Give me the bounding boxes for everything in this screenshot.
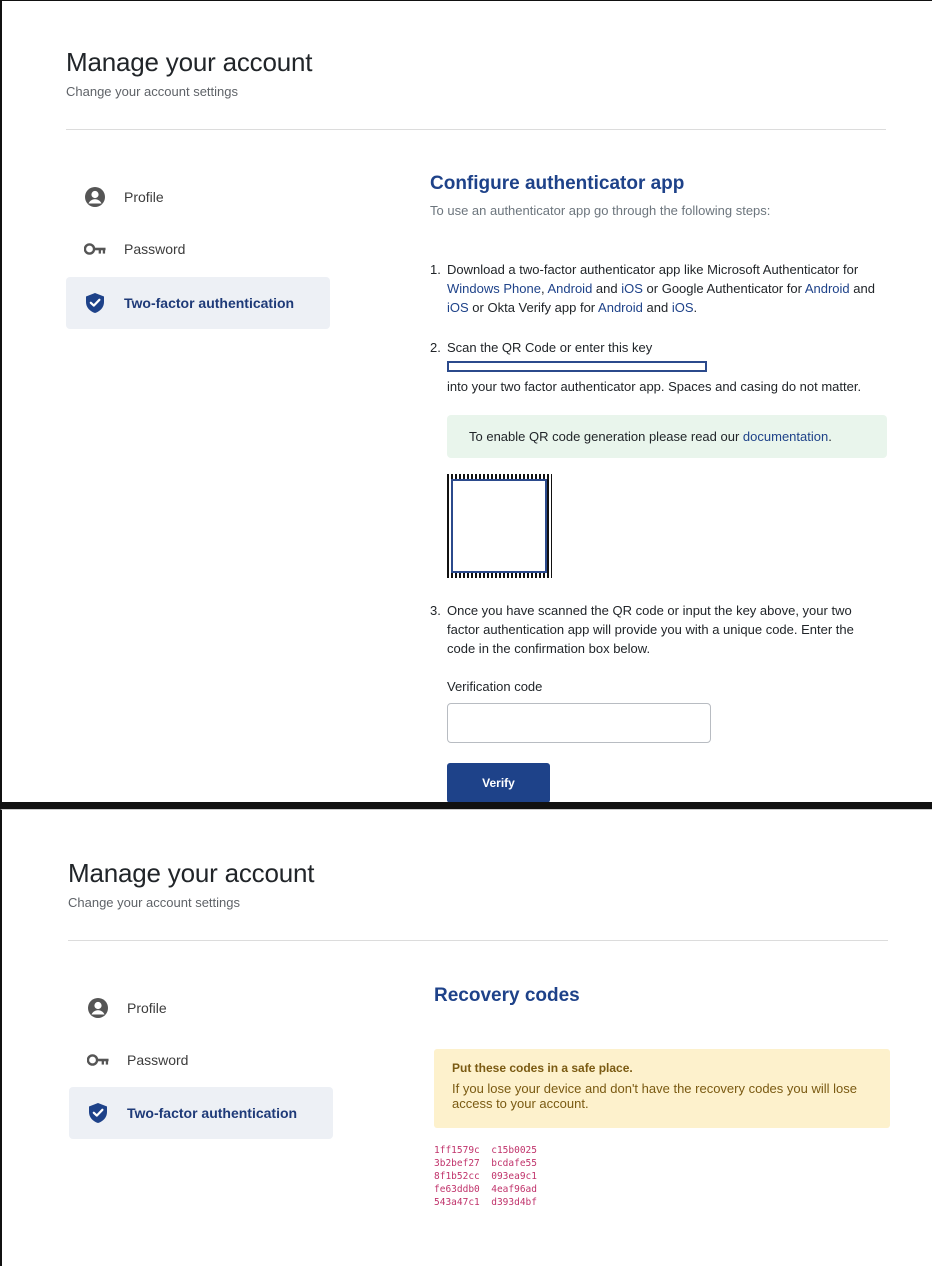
shared-key-box xyxy=(447,361,707,372)
sidebar-item-label: Profile xyxy=(124,189,164,205)
step-text: factor authentication app will provide y… xyxy=(447,622,854,637)
verify-button[interactable]: Verify xyxy=(447,763,550,803)
recovery-codes-list: 1ff1579c c15b0025 3b2bef27 bcdafe55 8f1b… xyxy=(434,1144,537,1209)
recovery-code: fe63ddb0 xyxy=(434,1184,480,1195)
recovery-code-row: fe63ddb0 4eaf96ad xyxy=(434,1183,537,1196)
step-1: 1. Download a two-factor authenticator a… xyxy=(430,260,890,320)
recovery-code-row: 8f1b52cc 093ea9c1 xyxy=(434,1170,537,1183)
ios-link[interactable]: iOS xyxy=(621,281,643,296)
step-number: 1. xyxy=(430,262,441,277)
shield-check-icon xyxy=(87,1102,109,1124)
step-text: , xyxy=(540,281,545,296)
screenshot-divider xyxy=(0,802,932,809)
step-text: Download a two-factor authenticator app … xyxy=(447,262,859,277)
recovery-code: d393d4bf xyxy=(491,1197,537,1208)
recovery-code: 093ea9c1 xyxy=(491,1171,537,1182)
sidebar-item-label: Two-factor authentication xyxy=(124,295,295,311)
recovery-code: 8f1b52cc xyxy=(434,1171,480,1182)
step-text: into your two factor authenticator app. … xyxy=(447,379,862,394)
user-circle-icon xyxy=(87,997,109,1019)
step-text: and xyxy=(595,281,618,296)
step-text: Scan the QR Code or enter this key xyxy=(447,340,653,355)
step-number: 2. xyxy=(430,340,441,355)
section-title: Recovery codes xyxy=(434,985,580,1006)
qr-notice-text: . xyxy=(828,429,832,444)
recovery-code: 543a47c1 xyxy=(434,1197,480,1208)
shield-check-icon xyxy=(84,292,106,314)
authenticator-setup-panel: Manage your account Change your account … xyxy=(0,0,932,803)
key-icon xyxy=(84,238,106,260)
android-link[interactable]: Android xyxy=(547,281,592,296)
step-text: or Google Authenticator for xyxy=(646,281,802,296)
sidebar-item-password[interactable]: Password xyxy=(66,223,330,275)
recovery-code-row: 543a47c1 d393d4bf xyxy=(434,1196,537,1209)
step-text: Once you have scanned the QR code or inp… xyxy=(447,603,852,618)
sidebar-item-password[interactable]: Password xyxy=(69,1034,333,1086)
section-description: To use an authenticator app go through t… xyxy=(430,203,771,218)
header-divider xyxy=(66,129,886,130)
google-android-link[interactable]: Android xyxy=(805,281,850,296)
recovery-code: 1ff1579c xyxy=(434,1145,480,1156)
sidebar-item-label: Password xyxy=(127,1052,189,1068)
okta-android-link[interactable]: Android xyxy=(598,300,643,315)
step-text: . xyxy=(693,300,698,315)
sidebar-item-two-factor[interactable]: Two-factor authentication xyxy=(69,1087,333,1139)
page-title: Manage your account xyxy=(66,47,313,77)
step-number: 3. xyxy=(430,603,441,618)
recovery-codes-panel: Manage your account Change your account … xyxy=(0,809,932,1266)
section-title: Configure authenticator app xyxy=(430,173,685,194)
verification-code-label: Verification code xyxy=(447,679,543,694)
sidebar-item-profile[interactable]: Profile xyxy=(66,171,330,223)
okta-ios-link[interactable]: iOS xyxy=(672,300,694,315)
windows-phone-link[interactable]: Windows Phone xyxy=(447,281,541,296)
recovery-code: c15b0025 xyxy=(491,1145,537,1156)
qr-notice: To enable QR code generation please read… xyxy=(447,415,887,458)
page-subtitle: Change your account settings xyxy=(68,895,240,910)
qr-code xyxy=(447,474,552,578)
recovery-code-row: 3b2bef27 bcdafe55 xyxy=(434,1157,537,1170)
recovery-code-row: 1ff1579c c15b0025 xyxy=(434,1144,537,1157)
step-text: code in the confirmation box below. xyxy=(447,641,651,656)
warning-text: If you lose your device and don't have t… xyxy=(452,1081,857,1111)
page-subtitle: Change your account settings xyxy=(66,84,238,99)
step-text: or Okta Verify app for xyxy=(472,300,596,315)
recovery-code: 3b2bef27 xyxy=(434,1158,480,1169)
documentation-link[interactable]: documentation xyxy=(743,429,828,444)
sidebar-item-label: Password xyxy=(124,241,186,257)
header-divider xyxy=(68,940,888,941)
sidebar-item-profile[interactable]: Profile xyxy=(69,982,333,1034)
google-ios-link[interactable]: iOS xyxy=(447,300,469,315)
user-circle-icon xyxy=(84,186,106,208)
warning-heading: Put these codes in a safe place. xyxy=(452,1061,633,1075)
sidebar-item-label: Profile xyxy=(127,1000,167,1016)
recovery-code: bcdafe55 xyxy=(491,1158,537,1169)
step-3: 3. Once you have scanned the QR code or … xyxy=(430,601,890,661)
page-title: Manage your account xyxy=(68,858,315,888)
recovery-code: 4eaf96ad xyxy=(491,1184,537,1195)
sidebar-item-two-factor[interactable]: Two-factor authentication xyxy=(66,277,330,329)
qr-code-redacted xyxy=(451,479,547,573)
step-text: and xyxy=(853,281,875,296)
sidebar-item-label: Two-factor authentication xyxy=(127,1105,298,1121)
recovery-warning: Put these codes in a safe place. If you … xyxy=(434,1049,890,1128)
verification-code-input[interactable] xyxy=(447,703,711,743)
qr-notice-text: To enable QR code generation please read… xyxy=(469,429,740,444)
step-text: and xyxy=(646,300,669,315)
key-icon xyxy=(87,1049,109,1071)
